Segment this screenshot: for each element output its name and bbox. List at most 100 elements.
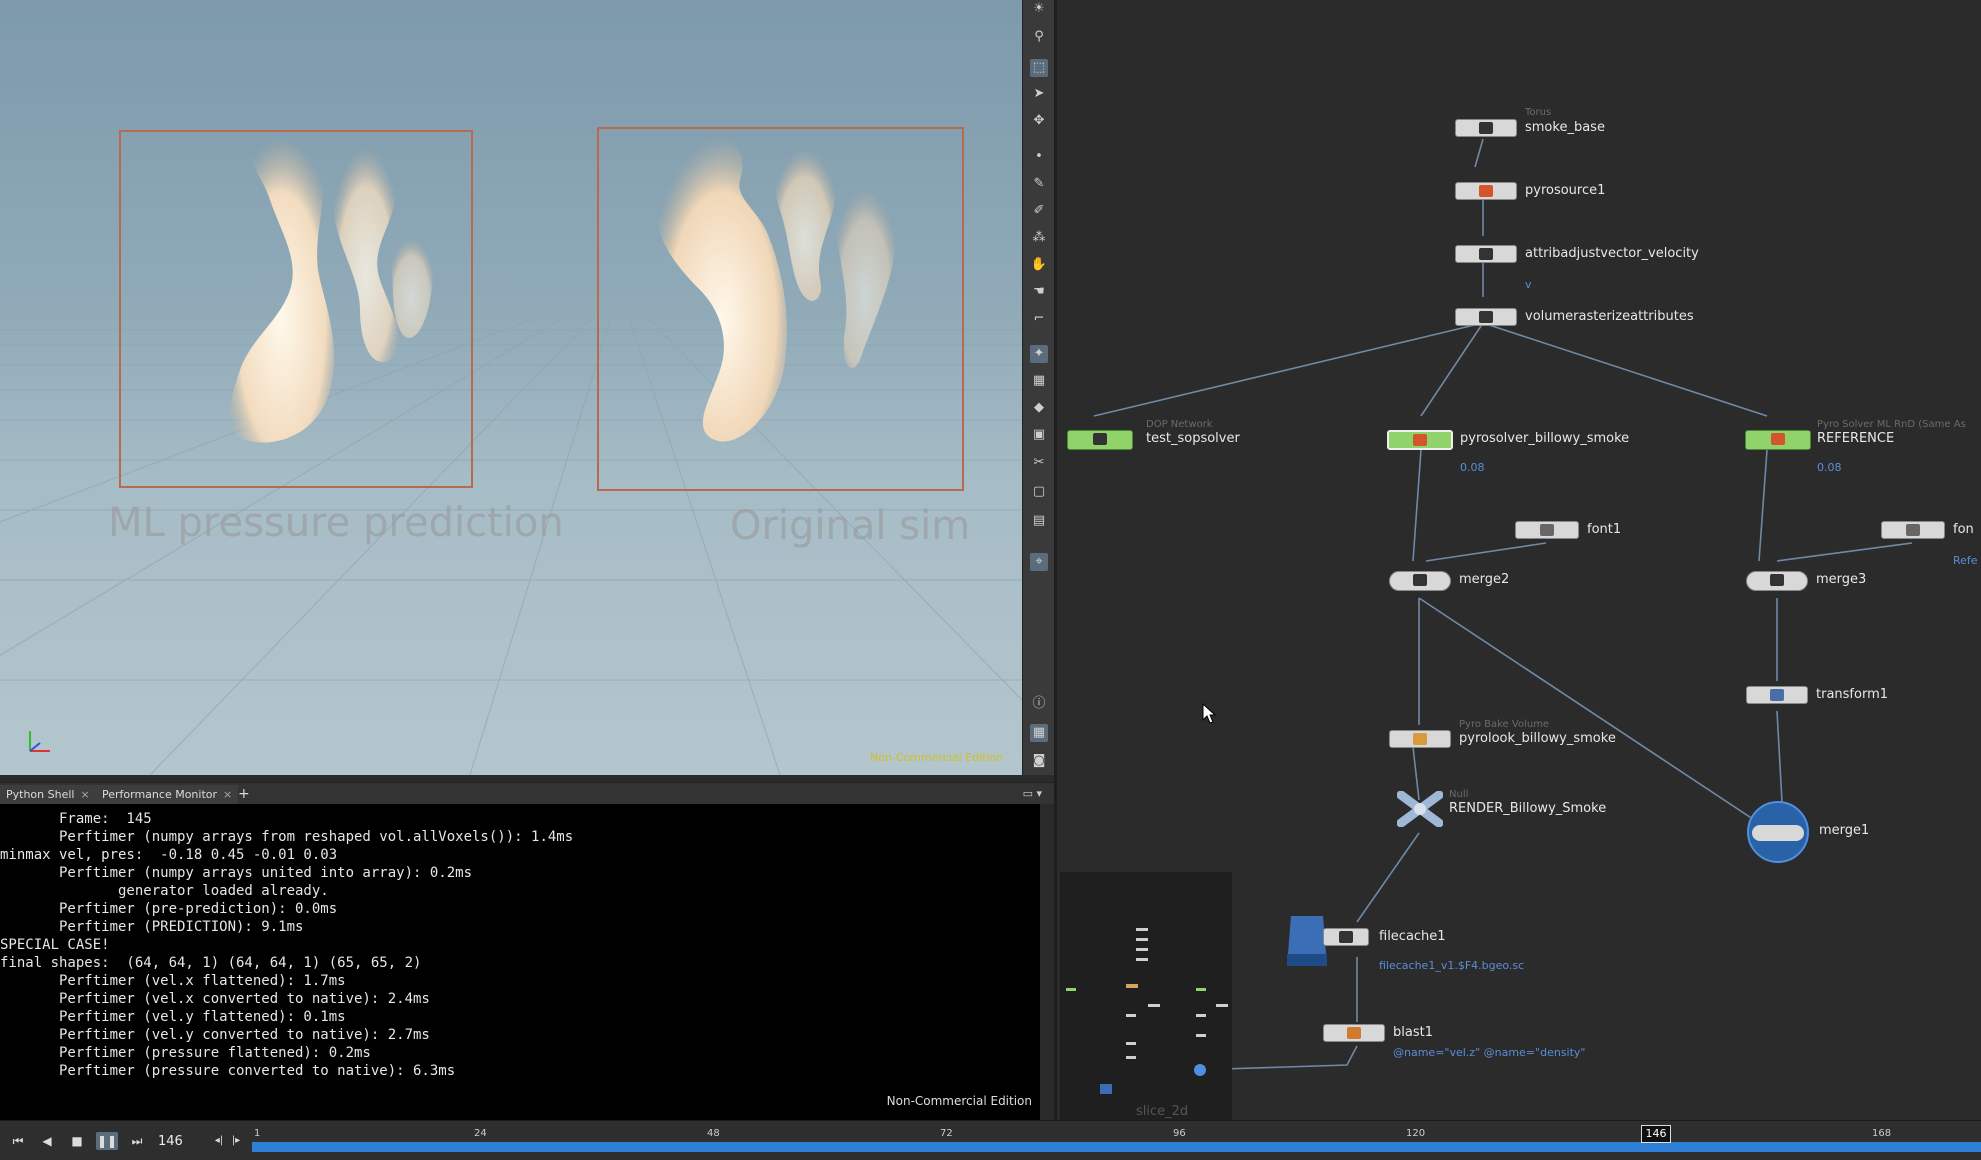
tick-label: 24 xyxy=(474,1128,487,1139)
viewport-toolbar: ☀ ⚲ ⬚ ➤ ✥ • ✎ ✐ ⁂ ✋ ☚ ⌐ ✦ ▦ ◆ ▣ ✂ ▢ ▤ ⌖ … xyxy=(1022,0,1056,775)
tab-performance-monitor[interactable]: Performance Monitor × xyxy=(96,785,239,804)
shell-line: final shapes: (64, 64, 1) (64, 64, 1) (6… xyxy=(0,955,422,971)
null-node-icon xyxy=(1397,791,1443,827)
vertex-icon[interactable]: ⁂ xyxy=(1030,229,1048,247)
viewport-watermark: Non-Commercial Edition xyxy=(870,751,1004,764)
mouse-cursor-icon xyxy=(1202,703,1216,724)
node-name: REFERENCE xyxy=(1817,431,1895,446)
step-forward-button[interactable]: |▸ xyxy=(229,1132,243,1150)
shell-scrollbar[interactable] xyxy=(1040,804,1054,1120)
play-reverse-button[interactable]: ◀ xyxy=(36,1132,58,1150)
shell-line: Perftimer (numpy arrays united into arra… xyxy=(0,865,473,881)
step-back-button[interactable]: ◂| xyxy=(212,1132,226,1150)
minimap-slice-label: slice_2d xyxy=(1136,1104,1189,1119)
tab-python-shell[interactable]: Python Shell × xyxy=(0,785,96,804)
shell-line: Perftimer (vel.x converted to native): 2… xyxy=(0,991,430,1007)
smoke-original-sim xyxy=(657,137,896,442)
grab-icon[interactable]: ☚ xyxy=(1030,283,1048,301)
node-parameter: @name="vel.z" @name="density" xyxy=(1393,1046,1586,1059)
jump-end-button[interactable]: ⏭ xyxy=(126,1132,148,1150)
knife-icon[interactable]: ✂ xyxy=(1030,454,1048,472)
node-parameter: Refe xyxy=(1953,554,1978,567)
node-type-label: Pyro Solver ML RnD (Same As xyxy=(1817,419,1966,430)
right-caption: Original sim xyxy=(730,503,971,549)
edge-icon[interactable]: ⌐ xyxy=(1030,310,1048,328)
tick-label: 1 xyxy=(254,1128,261,1139)
node-name: pyrolook_billowy_smoke xyxy=(1459,731,1616,746)
close-icon[interactable]: × xyxy=(223,788,232,801)
axis-gizmo-icon xyxy=(29,731,50,752)
snap-icon[interactable]: ✦ xyxy=(1030,345,1048,363)
node-name: blast1 xyxy=(1393,1025,1433,1040)
node-type-label: Null xyxy=(1449,789,1469,800)
node-name: merge3 xyxy=(1816,572,1867,587)
shell-line: Perftimer (pressure converted to native)… xyxy=(0,1063,456,1079)
view-tool-icon[interactable]: ⬚ xyxy=(1030,59,1048,77)
node-name: pyrosource1 xyxy=(1525,183,1606,198)
info-icon[interactable]: ⓘ xyxy=(1030,695,1048,713)
current-frame-marker[interactable]: 146 xyxy=(1641,1125,1671,1143)
tab-label: Performance Monitor xyxy=(102,788,218,801)
box-icon[interactable]: ▢ xyxy=(1030,483,1048,501)
shell-line: Frame: 145 xyxy=(0,811,152,827)
transform-tool-icon[interactable]: ✥ xyxy=(1030,112,1048,130)
light-icon[interactable]: ☀ xyxy=(1030,0,1048,18)
tick-label: 120 xyxy=(1406,1128,1426,1139)
pin-icon[interactable]: ⌖ xyxy=(1030,553,1048,571)
shell-line: Perftimer (vel.y flattened): 0.1ms xyxy=(0,1009,346,1025)
close-icon[interactable]: × xyxy=(80,788,89,801)
node-parameter: 0.08 xyxy=(1817,461,1842,474)
tick-label: 48 xyxy=(707,1128,720,1139)
node-name: transform1 xyxy=(1816,687,1889,702)
display-grid-icon[interactable]: ▦ xyxy=(1030,724,1048,742)
image-icon[interactable]: ▤ xyxy=(1030,512,1048,530)
node-parameter: filecache1_v1.$F4.bgeo.sc xyxy=(1379,959,1525,972)
node-name: fon xyxy=(1953,522,1974,537)
shell-line: Perftimer (pressure flattened): 0.2ms xyxy=(0,1045,371,1061)
shell-text: Frame: 145 Perftimer (numpy arrays from … xyxy=(0,804,1040,1080)
shell-line: Perftimer (vel.x flattened): 1.7ms xyxy=(0,973,346,989)
pane-menu-icon[interactable]: ▭ ▾ xyxy=(1023,787,1042,800)
brush-icon[interactable]: ✎ xyxy=(1030,175,1048,193)
scene-viewport[interactable]: ML pressure prediction Original sim Non-… xyxy=(0,0,1022,775)
node-name: smoke_base xyxy=(1525,120,1605,135)
node-type-label: Torus xyxy=(1525,107,1552,118)
pen-icon[interactable]: ✐ xyxy=(1030,202,1048,220)
camera-light-icon[interactable]: ⚲ xyxy=(1030,28,1048,46)
node-name: pyrosolver_billowy_smoke xyxy=(1460,431,1630,446)
snapshot-icon[interactable]: ◙ xyxy=(1030,752,1048,770)
tick-label: 72 xyxy=(940,1128,953,1139)
shell-line: generator loaded already. xyxy=(0,883,329,899)
tab-label: Python Shell xyxy=(6,788,75,801)
timeline-ruler[interactable]: 1 24 48 72 96 120 168 xyxy=(252,1126,1981,1159)
grid-icon[interactable]: ▦ xyxy=(1030,372,1048,390)
tick-label: 96 xyxy=(1173,1128,1186,1139)
node-name: RENDER_Billowy_Smoke xyxy=(1449,801,1607,816)
select-tool-icon[interactable]: ➤ xyxy=(1030,85,1048,103)
tick-label: 168 xyxy=(1872,1128,1892,1139)
shell-line: Perftimer (PREDICTION): 9.1ms xyxy=(0,919,304,935)
node-name: filecache1 xyxy=(1379,929,1446,944)
network-minimap[interactable]: slice_2d xyxy=(1060,872,1232,1120)
point-icon[interactable]: • xyxy=(1030,148,1048,166)
current-frame-field[interactable]: 146 xyxy=(158,1134,208,1150)
shell-tab-bar: Python Shell × Performance Monitor × + ▭ ▾ xyxy=(0,782,1054,805)
shell-line: Perftimer (numpy arrays from reshaped vo… xyxy=(0,829,574,845)
add-tab-button[interactable]: + xyxy=(232,785,256,804)
hand-icon[interactable]: ✋ xyxy=(1030,256,1048,274)
minimap-nodes xyxy=(1066,928,1228,1094)
node-type-label: Pyro Bake Volume xyxy=(1459,719,1550,730)
node-name: font1 xyxy=(1587,522,1622,537)
shell-line: minmax vel, pres: -0.18 0.45 -0.01 0.03 xyxy=(0,847,338,863)
shell-watermark: Non-Commercial Edition xyxy=(886,1094,1032,1108)
ghost-icon[interactable]: ▣ xyxy=(1030,426,1048,444)
node-type-label: DOP Network xyxy=(1146,419,1213,430)
smoke-ml-prediction xyxy=(229,137,433,443)
pause-button[interactable]: ❚❚ xyxy=(96,1132,118,1150)
stop-button[interactable]: ■ xyxy=(66,1132,88,1150)
jump-start-button[interactable]: ⏮ xyxy=(7,1132,29,1150)
node-name: merge1 xyxy=(1819,823,1870,838)
diamond-icon[interactable]: ◆ xyxy=(1030,399,1048,417)
node-name: merge2 xyxy=(1459,572,1510,587)
python-shell-output[interactable]: Frame: 145 Perftimer (numpy arrays from … xyxy=(0,804,1040,1120)
